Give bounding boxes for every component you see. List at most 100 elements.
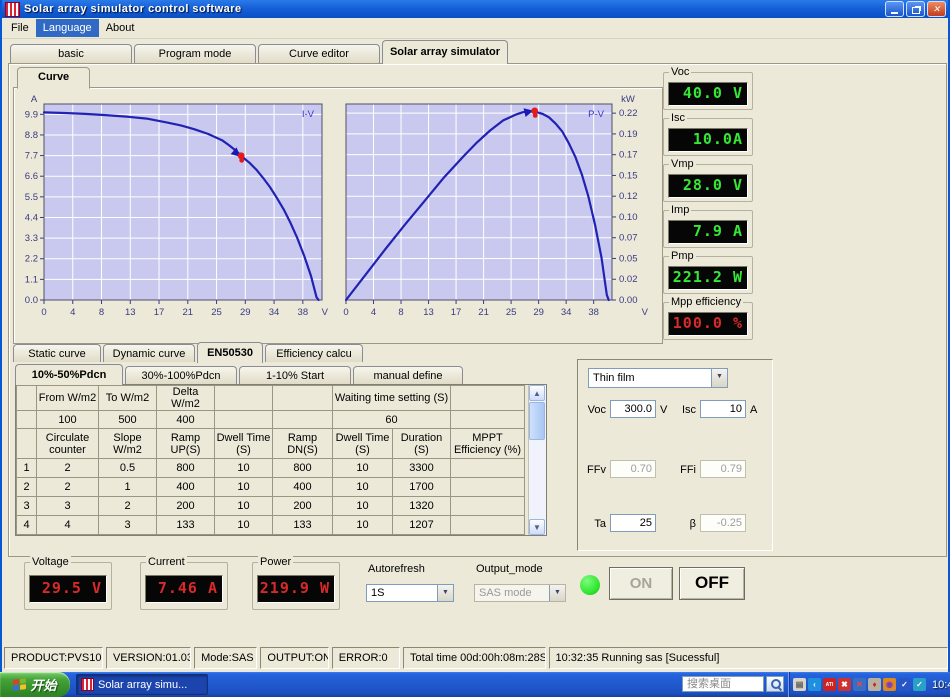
output-status-indicator [580,575,600,595]
field-input-voc[interactable]: 300.0 [610,400,656,418]
table-cell[interactable]: 200 [272,496,333,516]
on-button[interactable]: ON [609,567,673,600]
field-ffv: FFv 0.70 [582,460,656,478]
pv-curve-chart: 0 4 8 13 17 21 25 29 34 38 V 0.00 0.02 0.05 0.07 0.10 0.… [343,94,648,318]
table-cell[interactable]: 10 [214,458,273,478]
table-cell[interactable]: 4 [36,515,99,535]
scroll-up-icon[interactable]: ▲ [529,385,545,401]
table-row: 3 3 2 200 10 200 10 1320 [16,496,525,516]
table-cell[interactable]: 10 [214,477,273,497]
measure-value-pmp: 221.2 W [668,266,748,290]
close-button[interactable]: ✕ [927,1,946,17]
subtab-10-50-pdcn[interactable]: 10%-50%Pdcn [15,364,123,385]
tab-solar-array-simulator[interactable]: Solar array simulator [382,40,508,64]
subtab-1-10-start-shuntdown[interactable]: 1-10% Start ShuntDown [239,366,351,400]
security-shield-icon[interactable]: ✖ [838,678,851,691]
taskbar-app-button[interactable]: Solar array simu... [76,674,208,695]
chevron-down-icon[interactable]: ▼ [711,369,727,387]
keyboard-icon[interactable]: ▤ [793,678,806,691]
table-cell[interactable]: 2 [36,477,99,497]
shield-check-icon[interactable]: ✓ [898,678,911,691]
media-player-icon[interactable]: ◉ [883,678,896,691]
tab-en50530[interactable]: EN50530 [197,342,263,363]
table-cell[interactable]: 200 [156,496,215,516]
menu-item-language[interactable]: Language [35,19,99,37]
table-cell[interactable]: 1207 [392,515,451,535]
pv-type-dropdown[interactable]: Thin film ▼ [588,368,728,388]
scrollbar-thumb[interactable] [529,402,545,440]
menu-item-about[interactable]: About [99,19,142,37]
window-title: Solar array simulator control software [24,3,242,15]
table-cell[interactable]: 10 [214,496,273,516]
tab-static-curve[interactable]: Static curve [13,344,101,362]
back-circle-icon[interactable]: ‹ [808,678,821,691]
table-cell[interactable] [450,458,525,478]
tab-program-mode[interactable]: Program mode [134,44,256,63]
field-input-ta[interactable]: 25 [610,514,656,532]
tab-basic[interactable]: basic [10,44,132,63]
taskbar: 开始 Solar array simu... 搜索桌面 ▤ ‹ ATI ✖ ✕ ♦ ◉ ✓ ✓ … [0,672,950,697]
table-cell[interactable]: 400 [156,477,215,497]
minimize-button[interactable] [885,1,904,17]
menu-item-file[interactable]: File [4,19,36,37]
meter-voltage: Voltage 29.5 V [24,556,112,610]
table-cell[interactable] [450,515,525,535]
off-button[interactable]: OFF [679,567,745,600]
desktop-search-input[interactable]: 搜索桌面 [682,676,764,692]
svg-text:0.15: 0.15 [619,170,638,181]
tab-curve[interactable]: Curve [17,67,91,89]
measure-label-isc: Isc [669,112,688,124]
table-cell[interactable]: 10 [332,496,393,516]
svg-text:4: 4 [70,307,75,318]
svg-text:0: 0 [41,307,46,318]
field-isc: Isc 10 A [672,400,757,418]
table-cell[interactable]: 10 [332,458,393,478]
table-cell[interactable]: 0.5 [98,458,157,478]
table-cell[interactable]: 10 [214,515,273,535]
restore-button[interactable] [906,1,925,17]
app-icon [81,678,94,691]
table-cell[interactable]: 800 [156,458,215,478]
subtab-manual-define[interactable]: manual define [353,366,463,384]
table-cell[interactable]: 2 [98,496,157,516]
svg-text:V: V [322,307,329,318]
table-cell[interactable]: 3 [98,515,157,535]
system-tray: ▤‹ATI✖✕♦◉✓✓ 10:41 [788,672,950,697]
chevron-down-icon[interactable]: ▼ [437,585,453,601]
table-cell[interactable]: 1320 [392,496,451,516]
tab-efficiency-calcu[interactable]: Efficiency calcu [265,344,363,362]
status-segment-5: ERROR:0 [331,647,401,669]
table-cell[interactable] [450,477,525,497]
subtab-30-100-pdcn[interactable]: 30%-100%Pdcn [125,366,237,384]
search-button[interactable] [766,676,784,692]
start-button[interactable]: 开始 [0,672,70,697]
network-offline-icon[interactable]: ✕ [853,678,866,691]
antivirus-shield-icon[interactable]: ✓ [913,678,926,691]
tab-dynamic-curve[interactable]: Dynamic curve [103,344,195,362]
table-cell[interactable] [450,496,525,516]
table-cell[interactable]: 3 [36,496,99,516]
table-cell[interactable]: 1 [98,477,157,497]
output-mode-label: Output_mode [476,563,543,575]
svg-text:0.12: 0.12 [619,191,638,202]
field-input-isc[interactable]: 10 [700,400,746,418]
table-cell[interactable]: 2 [36,458,99,478]
volume-muted-icon[interactable]: ♦ [868,678,881,691]
meter-power: Power 219.9 W [252,556,340,610]
ati-icon[interactable]: ATI [823,678,836,691]
table-cell[interactable]: 800 [272,458,333,478]
table-cell[interactable]: 400 [272,477,333,497]
table-cell[interactable]: 3300 [392,458,451,478]
tab-curve-editor[interactable]: Curve editor [258,44,380,63]
table-cell[interactable]: 10 [332,515,393,535]
table-scrollbar[interactable]: ▲ ▼ [528,385,546,535]
table-cell[interactable]: 133 [156,515,215,535]
autorefresh-dropdown[interactable]: 1S ▼ [366,584,454,602]
en50530-sub-tab-strip: 10%-50%Pdcn30%-100%Pdcn1-10% Start Shunt… [15,362,465,400]
table-cell[interactable]: 1700 [392,477,451,497]
svg-text:1.1: 1.1 [25,274,38,285]
app-icon [5,1,20,17]
table-cell[interactable]: 10 [332,477,393,497]
scroll-down-icon[interactable]: ▼ [529,519,545,535]
table-cell[interactable]: 133 [272,515,333,535]
